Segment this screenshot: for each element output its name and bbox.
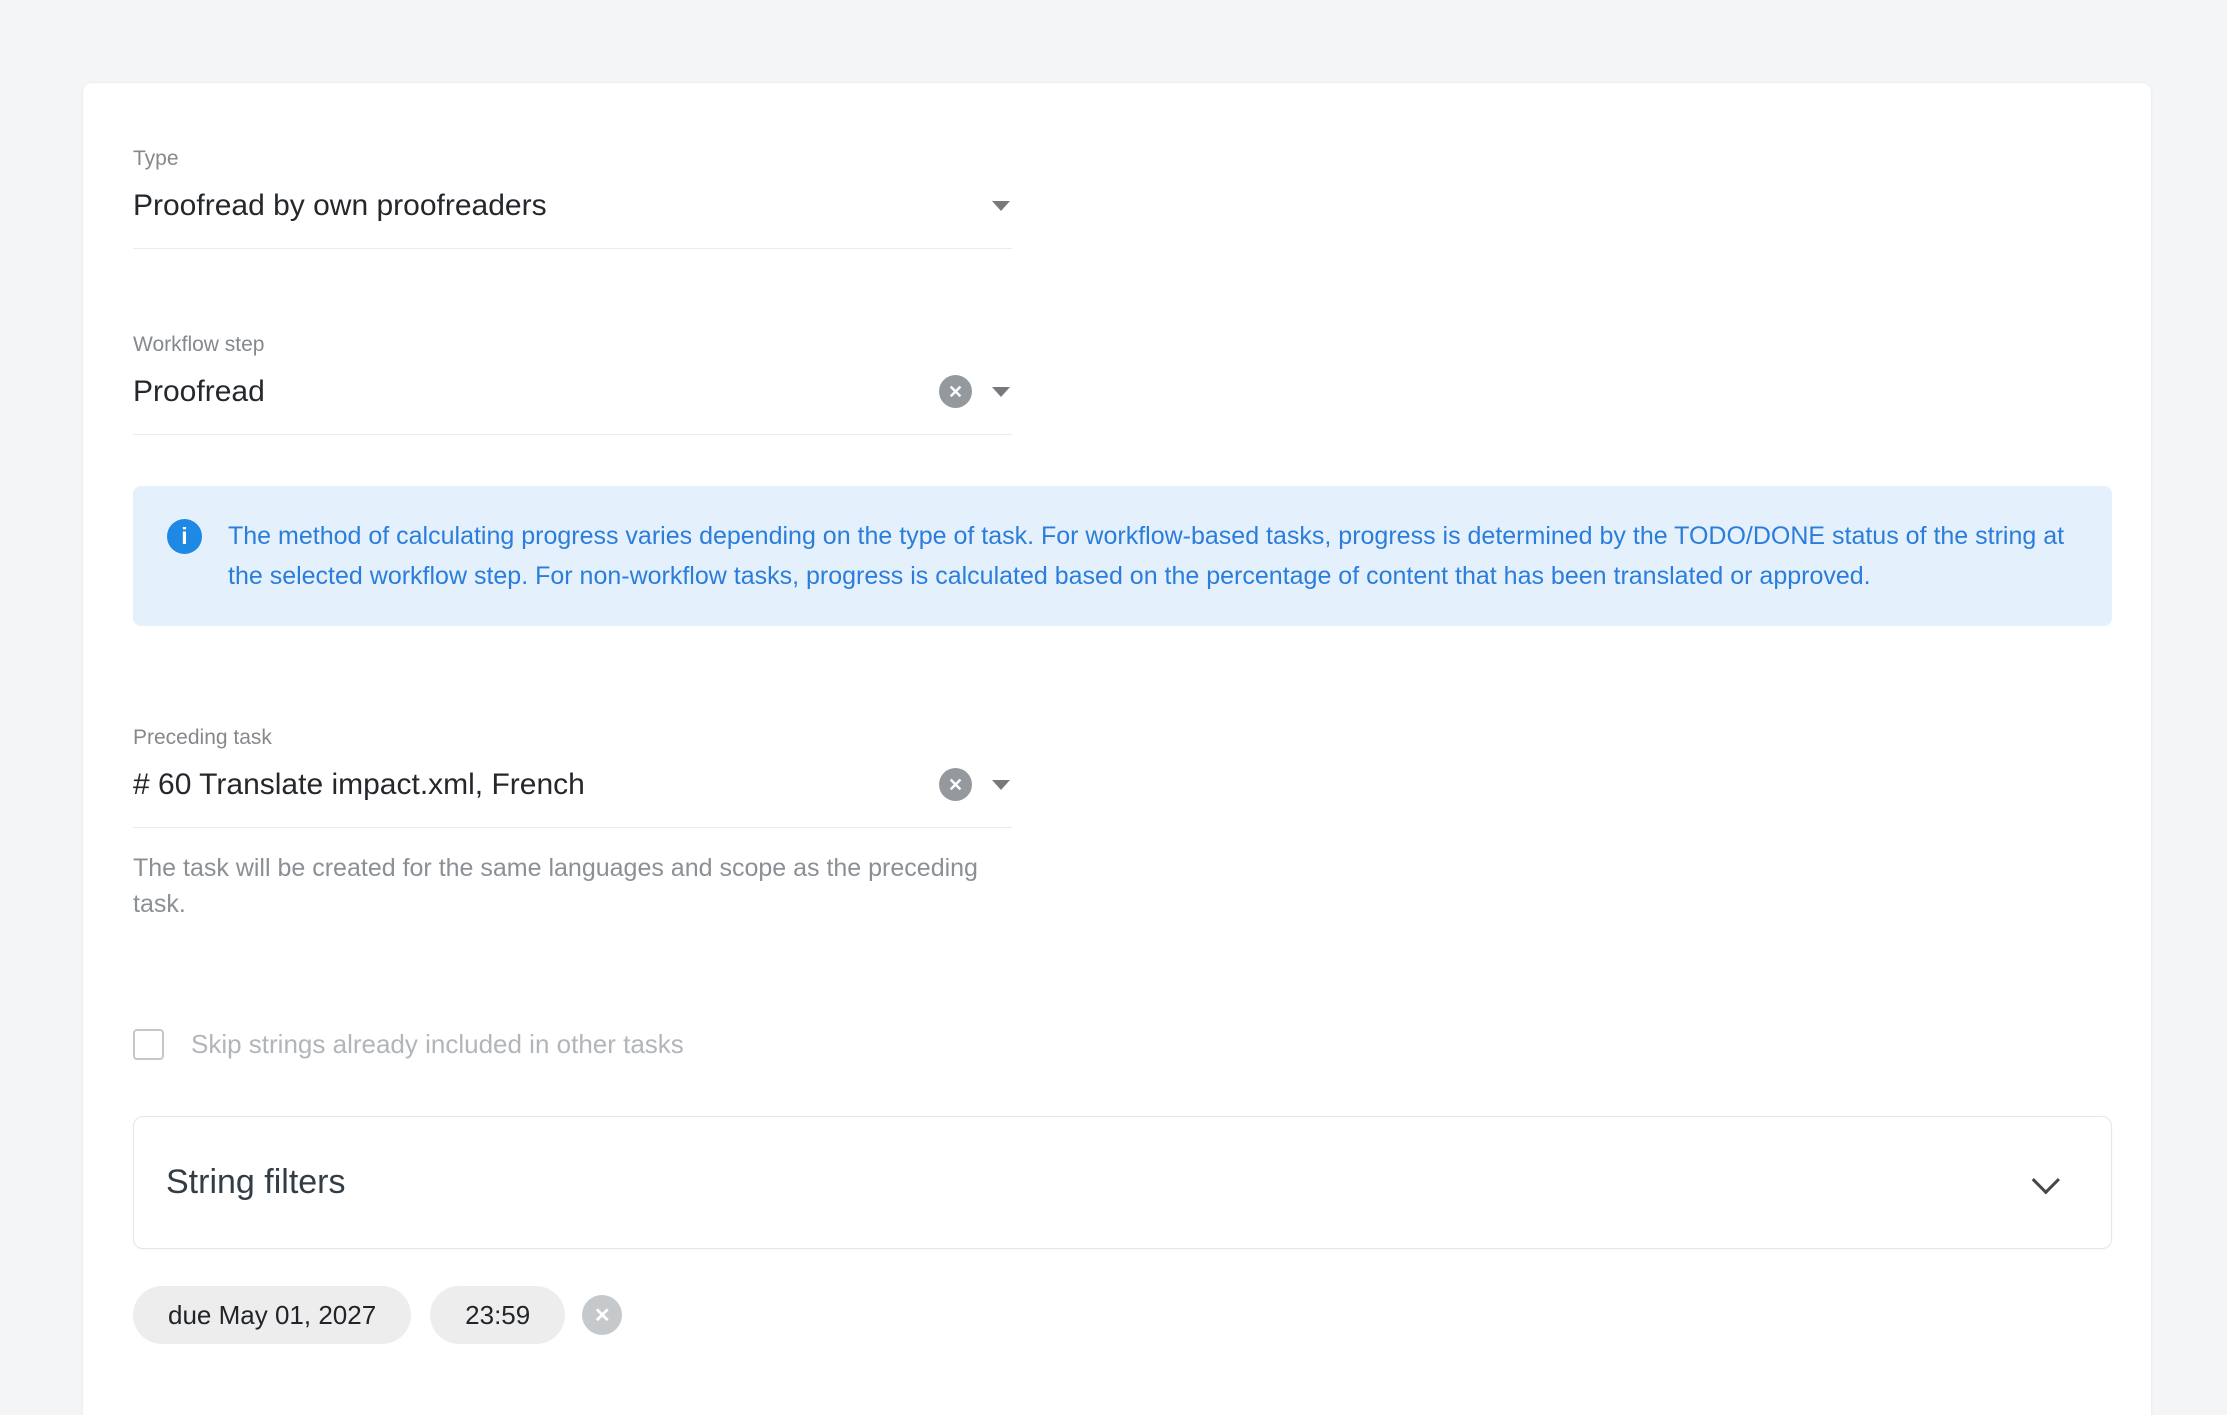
workflow-step-field: Workflow step Proofread ✕ bbox=[133, 333, 1012, 435]
workflow-step-select[interactable]: Proofread ✕ bbox=[133, 369, 1012, 435]
due-date-chip[interactable]: due May 01, 2027 bbox=[133, 1286, 411, 1344]
string-filters-title: String filters bbox=[166, 1163, 346, 1202]
clear-preceding-task-button[interactable]: ✕ bbox=[939, 768, 972, 801]
skip-strings-checkbox[interactable] bbox=[133, 1029, 164, 1060]
clear-workflow-button[interactable]: ✕ bbox=[939, 375, 972, 408]
preceding-task-select[interactable]: # 60 Translate impact.xml, French ✕ bbox=[133, 762, 1012, 828]
close-icon: ✕ bbox=[594, 1303, 611, 1328]
preceding-task-value: # 60 Translate impact.xml, French bbox=[133, 768, 939, 802]
type-field: Type Proofread by own proofreaders bbox=[133, 147, 1012, 249]
chevron-down-icon[interactable] bbox=[992, 201, 1010, 211]
string-filters-panel[interactable]: String filters bbox=[133, 1116, 2112, 1249]
progress-info-banner: i The method of calculating progress var… bbox=[133, 486, 2112, 626]
type-field-label: Type bbox=[133, 147, 1012, 171]
remove-due-date-button[interactable]: ✕ bbox=[582, 1295, 622, 1335]
preceding-task-field: Preceding task # 60 Translate impact.xml… bbox=[133, 726, 1012, 828]
task-form-card: Type Proofread by own proofreaders Workf… bbox=[82, 82, 2152, 1415]
workflow-step-label: Workflow step bbox=[133, 333, 1012, 357]
due-time-chip[interactable]: 23:59 bbox=[430, 1286, 565, 1344]
close-icon: ✕ bbox=[948, 383, 963, 401]
skip-strings-checkbox-row: Skip strings already included in other t… bbox=[133, 1029, 2110, 1060]
workflow-step-value: Proofread bbox=[133, 375, 939, 409]
due-chips-row: due May 01, 2027 23:59 ✕ bbox=[133, 1286, 2110, 1344]
chevron-down-icon[interactable] bbox=[2032, 1166, 2060, 1194]
due-date-chip-label: due May 01, 2027 bbox=[168, 1300, 376, 1331]
chevron-down-icon[interactable] bbox=[992, 387, 1010, 397]
chevron-down-icon[interactable] bbox=[992, 780, 1010, 790]
type-select-value: Proofread by own proofreaders bbox=[133, 189, 992, 223]
info-icon: i bbox=[167, 519, 202, 554]
type-select[interactable]: Proofread by own proofreaders bbox=[133, 183, 1012, 249]
preceding-task-label: Preceding task bbox=[133, 726, 1012, 750]
preceding-task-helper-text: The task will be created for the same la… bbox=[133, 850, 1018, 922]
close-icon: ✕ bbox=[948, 776, 963, 794]
skip-strings-checkbox-label: Skip strings already included in other t… bbox=[191, 1029, 684, 1060]
due-time-chip-label: 23:59 bbox=[465, 1300, 530, 1331]
progress-info-text: The method of calculating progress varie… bbox=[228, 516, 2068, 596]
